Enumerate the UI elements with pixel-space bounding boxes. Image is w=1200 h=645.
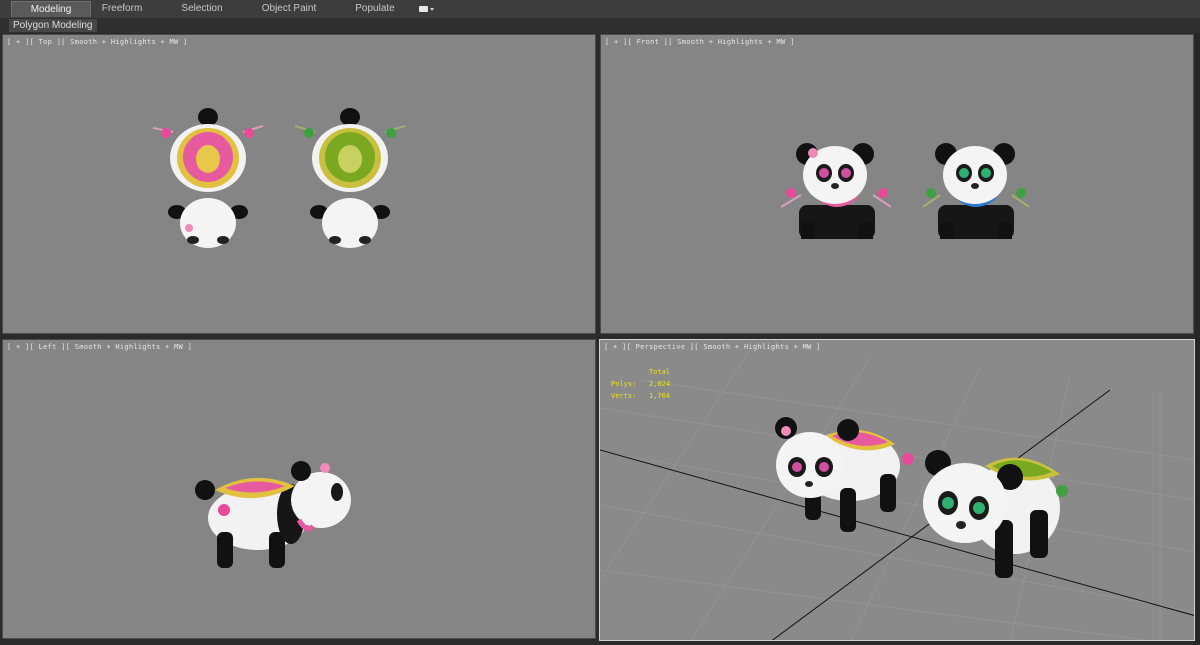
chevron-down-icon	[430, 7, 434, 11]
verts-label: Verts:	[611, 392, 637, 400]
tab-freeform[interactable]: Freeform	[91, 1, 153, 17]
statistics-overlay: Total Polys: 2,024 Verts: 1,704	[611, 366, 670, 402]
camera-icon	[419, 6, 428, 12]
tab-selection[interactable]: Selection	[168, 1, 236, 17]
polys-label: Polys:	[611, 380, 637, 388]
sub-ribbon: Polygon Modeling	[0, 18, 1200, 33]
left-view-scene	[195, 461, 351, 568]
panda-model	[195, 461, 351, 568]
tab-object-paint[interactable]: Object Paint	[250, 1, 328, 17]
front-view-scene	[780, 143, 1030, 239]
verts-value: 1,704	[649, 392, 671, 400]
viewport-label[interactable]: [ + ][ Perspective ][ Smooth + Highlight…	[604, 343, 821, 351]
panda-model	[922, 143, 1030, 239]
tab-modeling[interactable]: Modeling	[11, 1, 91, 17]
viewport-perspective[interactable]: [ + ][ Perspective ][ Smooth + Highlight…	[599, 339, 1195, 641]
panda-model	[152, 108, 264, 248]
panda-model	[294, 108, 406, 248]
ribbon-bar: Modeling Freeform Selection Object Paint…	[0, 0, 1200, 19]
perspective-grid	[600, 349, 1194, 640]
viewport-top[interactable]: [ + ][ Top ][ Smooth + Highlights + MW ]	[2, 34, 596, 334]
ribbon-options-icon[interactable]	[419, 3, 439, 15]
panda-model	[780, 143, 892, 239]
polys-value: 2,024	[649, 380, 671, 388]
top-view-scene	[152, 108, 406, 248]
panda-model	[775, 417, 914, 532]
viewport-left[interactable]: [ + ][ Left ][ Smooth + Highlights + MW …	[2, 339, 596, 639]
tab-populate[interactable]: Populate	[342, 1, 408, 17]
viewport-front[interactable]: [ + ][ Front ][ Smooth + Highlights + MW…	[600, 34, 1194, 334]
stats-header: Total	[649, 368, 671, 376]
side-panel-edge	[1195, 34, 1200, 645]
panda-model	[923, 450, 1068, 578]
polygon-modeling-panel-label[interactable]: Polygon Modeling	[9, 19, 97, 32]
